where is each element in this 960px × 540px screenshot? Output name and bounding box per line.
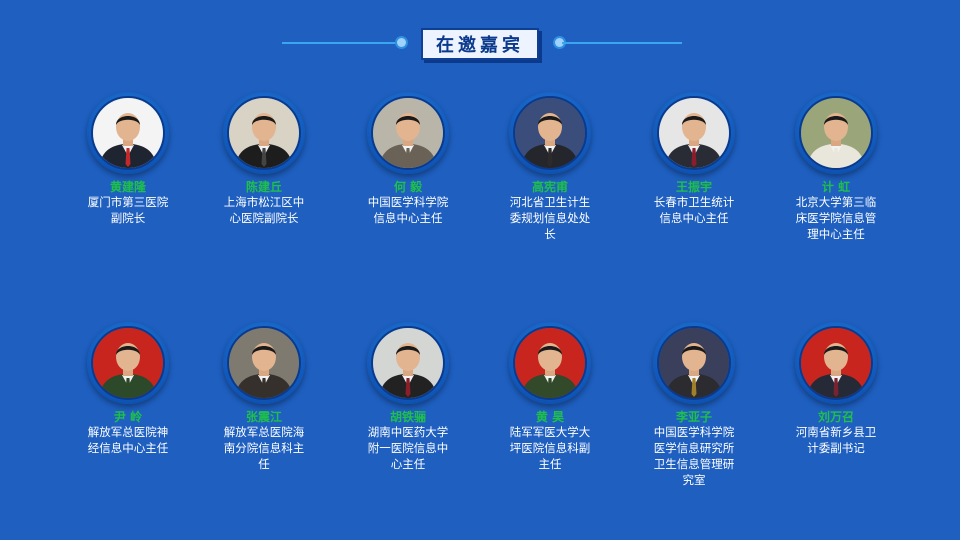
title-decor-line-right	[562, 42, 682, 44]
guest-title: 河北省卫生计生委规划信息处处长	[509, 195, 591, 241]
guest-title: 解放军总医院神经信息中心主任	[87, 425, 169, 455]
portrait-photo	[93, 98, 163, 168]
guest-name: 尹 岭	[113, 410, 143, 424]
page-title: 在邀嘉宾	[421, 28, 539, 60]
guest-name: 刘万召	[817, 410, 854, 424]
avatar	[91, 326, 165, 400]
avatar	[799, 326, 873, 400]
avatar	[371, 326, 445, 400]
avatar	[799, 96, 873, 170]
guest-card: 高宪甫 河北省卫生计生委规划信息处处长	[494, 92, 606, 242]
portrait-photo	[93, 328, 163, 398]
avatar-frame	[509, 322, 591, 404]
portrait-photo	[373, 98, 443, 168]
guest-card: 何 毅中国医学科学院信息中心主任	[352, 92, 464, 226]
avatar-frame	[509, 92, 591, 174]
guest-title: 长春市卫生统计信息中心主任	[653, 195, 735, 225]
guest-name: 黄 昊	[535, 410, 565, 424]
guest-name: 胡铁骊	[389, 410, 426, 424]
title-bar: 在邀嘉宾	[0, 24, 960, 64]
avatar-frame	[367, 322, 449, 404]
guest-name: 王振宇	[675, 180, 712, 194]
guest-name: 李亚子	[675, 410, 712, 424]
avatar-frame	[795, 92, 877, 174]
portrait-photo	[659, 328, 729, 398]
avatar-frame	[653, 322, 735, 404]
guest-name: 黄建隆	[109, 180, 146, 194]
avatar-frame	[87, 92, 169, 174]
avatar	[227, 96, 301, 170]
title-decor-dot-left	[397, 38, 406, 47]
portrait-photo	[229, 98, 299, 168]
avatar-frame	[795, 322, 877, 404]
guest-card: 刘万召 河南省新乡县卫计委副书记	[780, 322, 892, 456]
guest-title: 上海市松江区中心医院副院长	[223, 195, 305, 225]
guest-title: 解放军总医院海南分院信息科主任	[223, 425, 305, 471]
avatar-frame	[653, 92, 735, 174]
avatar	[657, 96, 731, 170]
guest-card: 黄建隆 厦门市第三医院副院长	[72, 92, 184, 226]
guest-card: 胡铁骊 湖南中医药大学附一医院信息中心主任	[352, 322, 464, 472]
guest-title: 北京大学第三临床医学院信息管理中心主任	[795, 195, 877, 241]
guest-title: 中国医学科学院信息中心主任	[367, 195, 449, 225]
avatar-frame	[367, 92, 449, 174]
guest-name: 计 虹	[821, 180, 851, 194]
guest-card: 李亚子 中国医学科学院医学信息研究所卫生信息管理研究室	[638, 322, 750, 488]
portrait-photo	[229, 328, 299, 398]
avatar-frame	[87, 322, 169, 404]
avatar	[371, 96, 445, 170]
guest-name: 张震江	[245, 410, 282, 424]
portrait-photo	[659, 98, 729, 168]
avatar-frame	[223, 92, 305, 174]
guest-title: 湖南中医药大学附一医院信息中心主任	[367, 425, 449, 471]
portrait-photo	[373, 328, 443, 398]
avatar-frame	[223, 322, 305, 404]
portrait-photo	[515, 328, 585, 398]
guest-title: 中国医学科学院医学信息研究所卫生信息管理研究室	[653, 425, 735, 487]
portrait-photo	[515, 98, 585, 168]
avatar	[91, 96, 165, 170]
guest-card: 尹 岭解放军总医院神经信息中心主任	[72, 322, 184, 456]
avatar	[227, 326, 301, 400]
avatar	[513, 96, 587, 170]
portrait-photo	[801, 98, 871, 168]
guest-name: 何 毅	[393, 180, 423, 194]
guest-card: 计 虹北京大学第三临床医学院信息管理中心主任	[780, 92, 892, 242]
guest-name: 陈建丘	[245, 180, 282, 194]
portrait-photo	[801, 328, 871, 398]
guest-name: 高宪甫	[531, 180, 568, 194]
guest-title: 厦门市第三医院副院长	[87, 195, 169, 225]
guest-title: 河南省新乡县卫计委副书记	[795, 425, 877, 455]
guest-card: 黄 昊陆军军医大学大坪医院信息科副主任	[494, 322, 606, 472]
avatar	[657, 326, 731, 400]
guest-card: 陈建丘 上海市松江区中心医院副院长	[208, 92, 320, 226]
title-decor-line-left	[282, 42, 398, 44]
guest-card: 王振宇 长春市卫生统计信息中心主任	[638, 92, 750, 226]
guest-card: 张震江 解放军总医院海南分院信息科主任	[208, 322, 320, 472]
avatar	[513, 326, 587, 400]
guest-title: 陆军军医大学大坪医院信息科副主任	[509, 425, 591, 471]
